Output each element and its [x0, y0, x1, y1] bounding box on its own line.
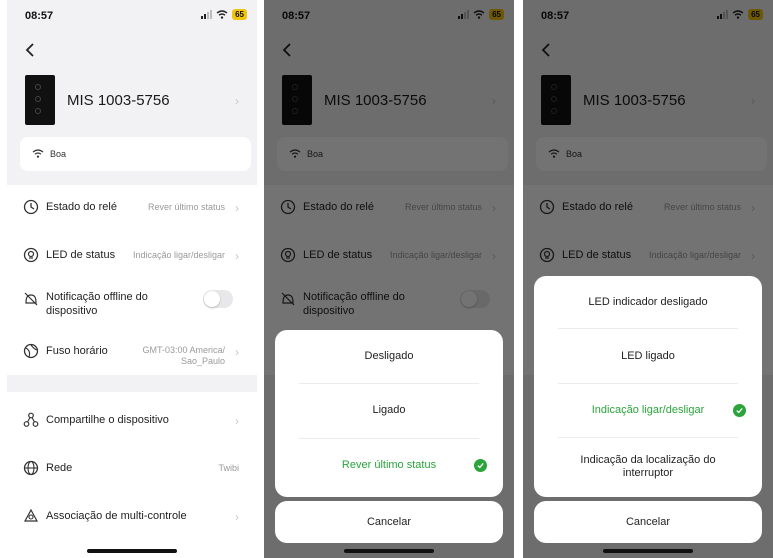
chevron-right-icon: ›: [235, 345, 239, 359]
back-arrow-icon[interactable]: [23, 42, 37, 58]
status-led-label: LED de status: [46, 249, 116, 261]
wifi-quality-label: Boa: [50, 149, 67, 159]
relay-state-row[interactable]: Estado do relé Rever último status ›: [7, 199, 257, 219]
cellular-signal-icon: [201, 10, 213, 19]
settings-list: Estado do relé Rever último status › LED…: [7, 185, 257, 375]
chevron-right-icon: ›: [235, 201, 239, 215]
checkmark-icon: [733, 404, 746, 417]
divider: [558, 328, 738, 329]
offline-bell-icon: [24, 292, 38, 306]
home-indicator: [603, 549, 693, 553]
globe-leaf-icon: [23, 343, 39, 359]
divider: [299, 383, 479, 384]
home-indicator: [87, 549, 177, 553]
home-indicator: [344, 549, 434, 553]
cancel-button[interactable]: Cancelar: [275, 501, 503, 543]
device-name: MIS 1003-5756: [67, 92, 170, 109]
divider: [558, 437, 738, 438]
device-image: [25, 75, 55, 125]
offline-notification-toggle[interactable]: [203, 290, 233, 308]
status-led-value: Indicação ligar/desligar: [132, 250, 225, 260]
led-option-on[interactable]: LED ligado: [534, 350, 762, 363]
phone-screen-settings: 08:57 65 MIS 1003-5756 › Boa Estado do r…: [7, 0, 257, 558]
offline-notification-row: Notificação offline do dispositivo: [7, 289, 257, 319]
led-option-location-line1[interactable]: Indicação da localização do: [534, 454, 762, 467]
settings-list-secondary: Compartilhe o dispositivo › Rede Twibi A…: [7, 392, 257, 558]
multi-control-row[interactable]: Associação de multi-controle ›: [7, 508, 257, 528]
wifi-signal-card: Boa: [20, 137, 251, 171]
network-label: Rede: [46, 462, 73, 474]
relay-option-last-status[interactable]: Rever último status: [275, 459, 503, 472]
phone-screen-relay-sheet: 08:57 65 MIS 1003-5756 › Boa Estado do r…: [264, 0, 514, 558]
timezone-value-line1: GMT-03:00 America/: [142, 345, 225, 355]
led-options-sheet: LED indicador desligado LED ligado Indic…: [534, 276, 762, 497]
chevron-right-icon: ›: [235, 94, 239, 108]
led-icon: [23, 247, 39, 263]
globe-icon: [23, 460, 39, 476]
device-header[interactable]: MIS 1003-5756 ›: [7, 75, 257, 127]
status-indicators: 65: [201, 9, 247, 20]
status-time: 08:57: [25, 10, 54, 22]
offline-notification-label-line1: Notificação offline do: [46, 291, 148, 303]
wifi-icon: [32, 149, 44, 158]
cancel-button[interactable]: Cancelar: [534, 501, 762, 543]
offline-notification-label-line2: dispositivo: [46, 305, 98, 317]
network-row[interactable]: Rede Twibi: [7, 460, 257, 480]
timezone-row[interactable]: Fuso horário GMT-03:00 America/ Sao_Paul…: [7, 343, 257, 371]
led-option-off[interactable]: LED indicador desligado: [534, 296, 762, 309]
timezone-label: Fuso horário: [46, 345, 108, 357]
chevron-right-icon: ›: [235, 249, 239, 263]
status-led-row[interactable]: LED de status Indicação ligar/desligar ›: [7, 247, 257, 267]
timezone-value-line2: Sao_Paulo: [180, 356, 225, 366]
divider: [299, 438, 479, 439]
relay-option-off[interactable]: Desligado: [275, 350, 503, 363]
relay-option-on[interactable]: Ligado: [275, 404, 503, 417]
led-option-on-off-indication[interactable]: Indicação ligar/desligar: [534, 404, 762, 417]
power-clock-icon: [23, 199, 39, 215]
relay-state-value: Rever último status: [147, 202, 225, 212]
chevron-right-icon: ›: [235, 510, 239, 524]
divider: [558, 383, 738, 384]
relay-state-label: Estado do relé: [46, 201, 117, 213]
led-option-location-line2[interactable]: interruptor: [534, 467, 762, 480]
share-device-row[interactable]: Compartilhe o dispositivo ›: [7, 412, 257, 432]
wifi-icon: [216, 10, 228, 19]
relay-state-options-sheet: Desligado Ligado Rever último status: [275, 330, 503, 497]
phone-screen-led-sheet: 08:57 65 MIS 1003-5756 › Boa Estado do r…: [523, 0, 773, 558]
multi-control-icon: [23, 508, 39, 522]
status-bar: 08:57 65: [7, 0, 257, 30]
chevron-right-icon: ›: [235, 414, 239, 428]
network-value: Twibi: [218, 463, 239, 473]
checkmark-icon: [474, 459, 487, 472]
share-icon: [23, 412, 39, 427]
battery-badge: 65: [232, 9, 247, 20]
share-device-label: Compartilhe o dispositivo: [46, 414, 169, 426]
multi-control-label: Associação de multi-controle: [46, 510, 187, 522]
